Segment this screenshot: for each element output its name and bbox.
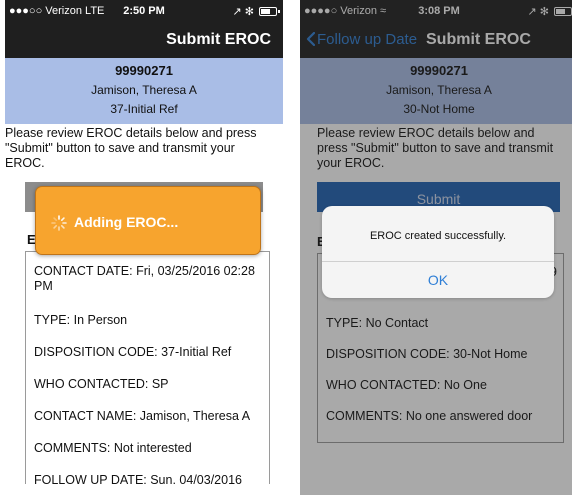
- instructions-text: Please review EROC details below and pre…: [5, 126, 257, 170]
- status-bar: ●●●○○ Verizon LTE 2:50 PM ↗ ✻: [5, 0, 283, 22]
- toast-text: Adding EROC...: [74, 214, 179, 230]
- detail-who-contacted: WHO CONTACTED: SP: [34, 377, 169, 391]
- detail-disposition: DISPOSITION CODE: 37-Initial Ref: [34, 345, 232, 359]
- eroc-details-box: CONTACT DATE: Fri, 03/25/2016 02:28 PM T…: [25, 251, 270, 484]
- battery-icon: [259, 7, 280, 16]
- patient-name: Jamison, Theresa A: [91, 83, 197, 97]
- detail-contact-date: CONTACT DATE: Fri, 03/25/2016 02:28 PM: [34, 264, 255, 293]
- location-bluetooth-icons: ↗ ✻: [232, 6, 254, 18]
- detail-comments: COMMENTS: Not interested: [34, 441, 192, 455]
- alert-message: EROC created successfully.: [369, 230, 507, 242]
- ok-button[interactable]: OK: [322, 261, 554, 298]
- nav-bar: Submit EROC: [5, 22, 283, 58]
- phone-screen-success: ●●●●○ Verizon ≈ 3:08 PM ↗ ✻ Follow up Da…: [300, 0, 572, 495]
- adding-toast: Adding EROC...: [35, 186, 261, 255]
- patient-id: 99990271: [115, 63, 173, 78]
- patient-disposition: 37-Initial Ref: [110, 102, 178, 116]
- detail-type: TYPE: In Person: [34, 313, 128, 327]
- spinner-icon: [51, 215, 67, 231]
- patient-header: 99990271 Jamison, Theresa A 37-Initial R…: [5, 58, 283, 124]
- status-icons: ↗ ✻: [232, 5, 280, 18]
- phone-screen-adding: ●●●○○ Verizon LTE 2:50 PM ↗ ✻ Submit ERO…: [5, 0, 283, 484]
- detail-contact-name: CONTACT NAME: Jamison, Theresa A: [34, 409, 251, 423]
- detail-follow-up-date: FOLLOW UP DATE: Sun, 04/03/2016: [34, 473, 242, 484]
- nav-title: Submit EROC: [166, 31, 271, 48]
- success-alert: EROC created successfully. OK: [322, 206, 554, 298]
